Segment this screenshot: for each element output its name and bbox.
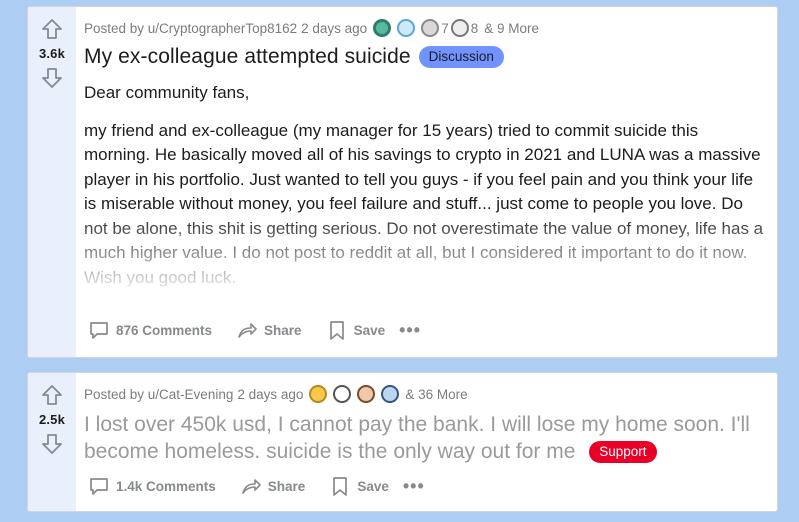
posted-by-link[interactable]: Posted by u/CryptographerTop8162 xyxy=(84,21,297,36)
posted-by-link[interactable]: Posted by u/Cat-Evening xyxy=(84,387,233,402)
post-title[interactable]: My ex-colleague attempted suicide xyxy=(84,45,411,69)
share-label: Share xyxy=(264,322,302,338)
vote-count: 3.6k xyxy=(38,46,66,61)
post-actions: 1.4k Comments Share Save ••• xyxy=(82,471,425,501)
share-button[interactable]: Share xyxy=(230,315,308,345)
post-meta: Posted by u/Cat-Evening 2 days ago & 36 … xyxy=(84,383,767,405)
award-icon[interactable] xyxy=(357,385,376,403)
award-icon[interactable] xyxy=(381,385,400,403)
comments-label: 876 Comments xyxy=(116,322,213,338)
vote-count: 2.5k xyxy=(38,412,66,427)
post-age: 2 days ago xyxy=(237,386,304,402)
flair-badge[interactable]: Support xyxy=(589,441,657,463)
upvote-icon[interactable] xyxy=(40,17,64,41)
award-icon[interactable] xyxy=(373,19,392,37)
downvote-icon[interactable] xyxy=(40,432,64,456)
share-label: Share xyxy=(267,478,306,494)
award-count: 7 xyxy=(441,20,449,36)
bookmark-icon xyxy=(333,477,348,496)
more-awards-link[interactable]: & 36 More xyxy=(405,387,467,402)
award-icon[interactable] xyxy=(397,19,416,37)
comments-label: 1.4k Comments xyxy=(116,478,216,494)
upvote-icon[interactable] xyxy=(40,383,64,407)
more-options-icon[interactable]: ••• xyxy=(399,320,421,341)
comment-icon xyxy=(90,478,108,495)
share-button[interactable]: Share xyxy=(234,471,312,501)
post-card[interactable]: 2.5k Posted by u/Cat-Evening 2 days ago … xyxy=(27,372,778,512)
bookmark-icon xyxy=(329,321,344,340)
comments-button[interactable]: 1.4k Comments xyxy=(82,471,222,501)
save-button[interactable]: Save xyxy=(320,315,392,345)
body-paragraph: my friend and ex-colleague (my manager f… xyxy=(84,120,764,287)
more-awards-link[interactable]: & 9 More xyxy=(484,21,539,36)
post-card[interactable]: 3.6k Posted by u/CryptographerTop8162 2 … xyxy=(27,6,778,358)
downvote-icon[interactable] xyxy=(40,66,64,90)
award-icon[interactable] xyxy=(421,19,440,37)
award-icon[interactable] xyxy=(309,385,328,403)
award-icon[interactable] xyxy=(450,19,469,37)
more-options-icon[interactable]: ••• xyxy=(403,476,425,497)
save-button[interactable]: Save xyxy=(323,471,395,501)
share-icon xyxy=(238,323,257,338)
vote-column: 3.6k xyxy=(28,7,76,357)
post-actions: 876 Comments Share Save ••• xyxy=(82,315,421,345)
save-label: Save xyxy=(353,322,386,338)
vote-column: 2.5k xyxy=(28,373,76,511)
post-meta: Posted by u/CryptographerTop8162 2 days … xyxy=(84,17,767,39)
post-title-row: I lost over 450k usd, I cannot pay the b… xyxy=(84,411,777,465)
comment-icon xyxy=(90,322,108,339)
award-count: 8 xyxy=(470,20,479,36)
save-label: Save xyxy=(357,478,389,494)
post-content: Posted by u/CryptographerTop8162 2 days … xyxy=(76,7,777,357)
post-content: Posted by u/Cat-Evening 2 days ago & 36 … xyxy=(76,373,777,511)
post-age: 2 days ago xyxy=(301,20,368,36)
flair-badge[interactable]: Discussion xyxy=(418,46,504,68)
award-icon[interactable] xyxy=(333,385,352,403)
body-paragraph: Dear community fans, xyxy=(84,83,250,102)
comments-button[interactable]: 876 Comments xyxy=(82,315,218,345)
post-body: Dear community fans, my friend and ex-co… xyxy=(84,81,767,291)
share-icon xyxy=(241,479,261,494)
